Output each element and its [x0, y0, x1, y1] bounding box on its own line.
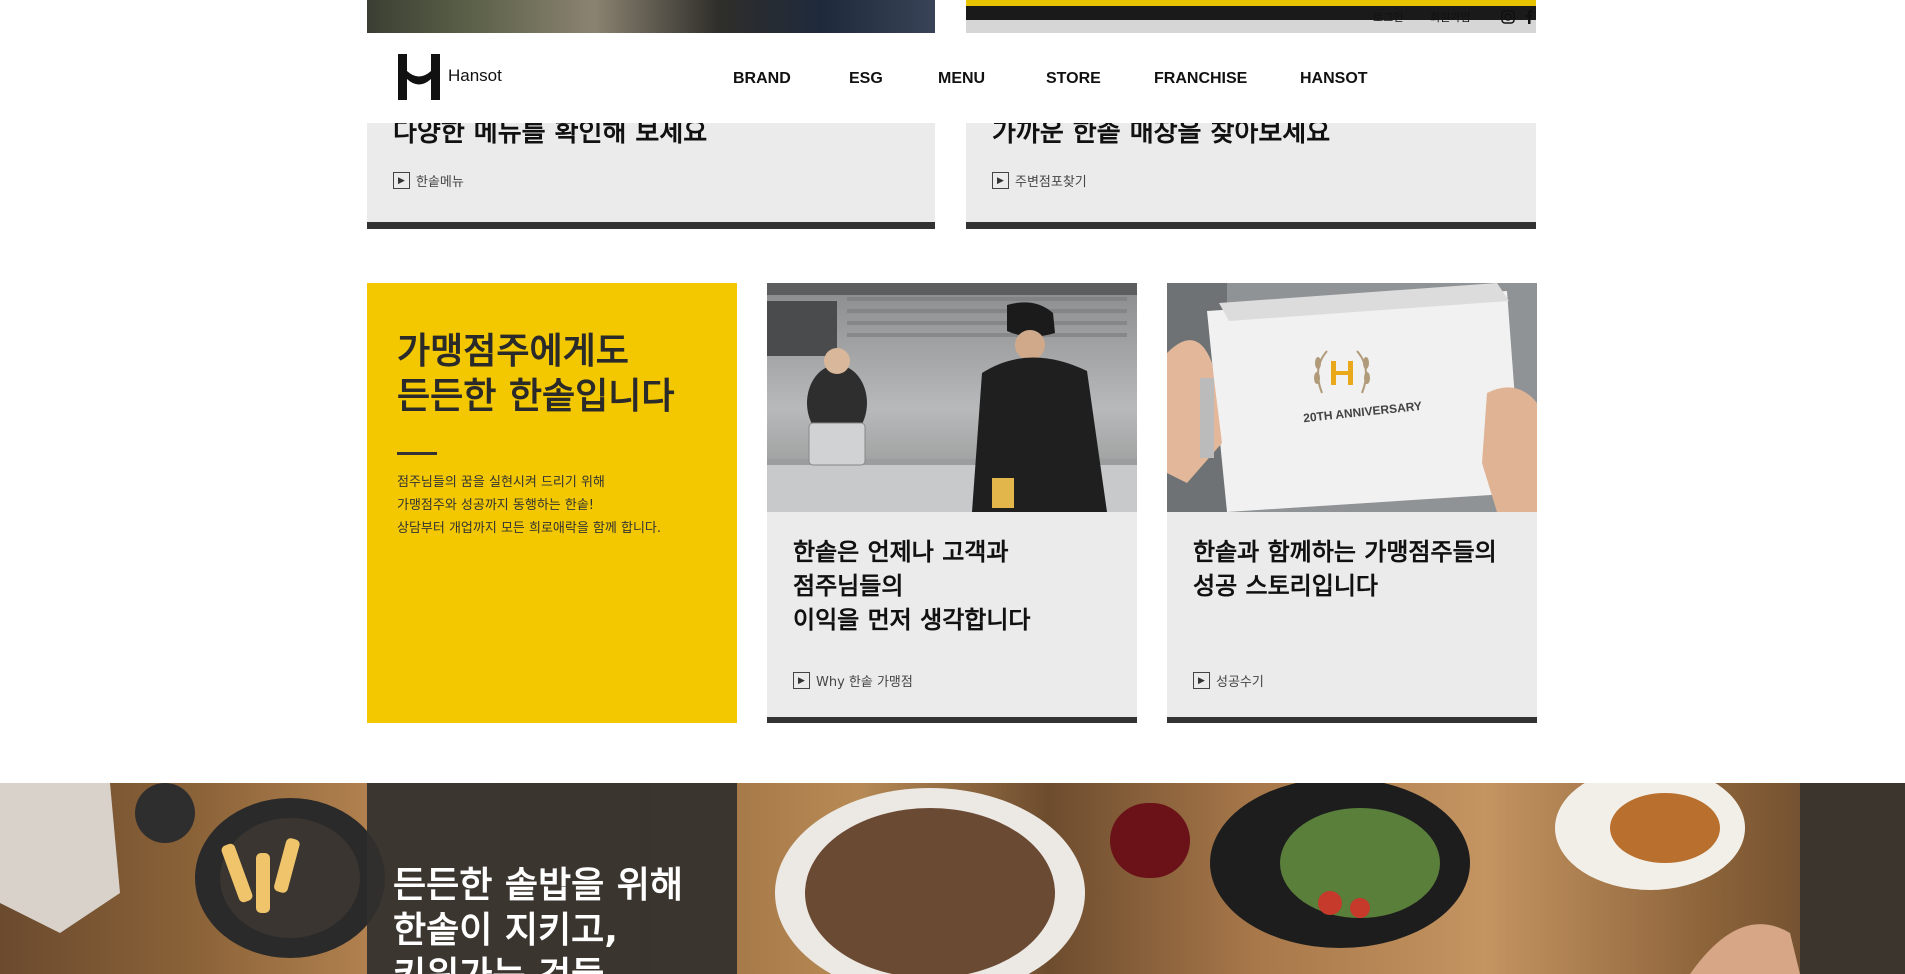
franchise-intro-panel: 가맹점주에게도 든든한 한솥입니다 점주님들의 꿈을 실현시켜 드리기 위해 가…	[367, 283, 737, 723]
nav-menu[interactable]: MENU	[938, 70, 1046, 88]
franchise-description: 점주님들의 꿈을 실현시켜 드리기 위해 가맹점주와 성공까지 동행하는 한솥!…	[397, 471, 661, 540]
card1-line2: 점주님들의	[793, 572, 904, 600]
login-link[interactable]: 로그인	[1373, 9, 1403, 25]
logo-text: Hansot	[448, 66, 502, 85]
banner-line3: 키워가는 것들	[393, 955, 604, 974]
find-store-link-label: 주변점포찾기	[1015, 175, 1087, 190]
food-photo	[0, 783, 1905, 974]
nav-esg[interactable]: ESG	[849, 70, 938, 88]
banner-line1: 든든한 솥밥을 위해	[393, 865, 684, 906]
nav-brand[interactable]: BRAND	[733, 70, 849, 88]
desc-line1: 점주님들의 꿈을 실현시켜 드리기 위해	[397, 475, 605, 490]
play-icon: ▶	[793, 672, 810, 689]
success-story-card[interactable]: 20TH ANNIVERSARY 한솥과 함께하는 가맹점주들의 성공 스토리입…	[1167, 283, 1537, 723]
success-story-link[interactable]: ▶ 성공수기	[1193, 671, 1264, 690]
hansot-menu-link-label: 한솥메뉴	[416, 175, 464, 190]
franchise-heading-line2: 든든한 한솥입니다	[397, 376, 675, 417]
why-franchise-card[interactable]: 한솥은 언제나 고객과 점주님들의 이익을 먼저 생각합니다 ▶ Why 한솥 …	[767, 283, 1137, 723]
banner-line2: 한솥이 지키고,	[393, 910, 618, 951]
card1-line1: 한솥은 언제나 고객과	[793, 538, 1009, 566]
card2-line1: 한솥과 함께하는 가맹점주들의	[1193, 538, 1497, 566]
success-story-link-label: 성공수기	[1216, 675, 1264, 690]
anniversary-photo: 20TH ANNIVERSARY	[1167, 283, 1537, 512]
desc-line3: 상담부터 개업까지 모든 희로애락을 함께 합니다.	[397, 521, 661, 536]
nav-franchise[interactable]: FRANCHISE	[1154, 70, 1300, 88]
menu-photo	[367, 0, 935, 33]
nav-store[interactable]: STORE	[1046, 70, 1154, 88]
nav-hansot[interactable]: HANSOT	[1300, 70, 1368, 88]
banner-text-panel: 든든한 솥밥을 위해 한솥이 지키고, 키워가는 것들	[367, 783, 737, 974]
hansot-logo[interactable]: Hansot	[396, 54, 511, 104]
desc-line2: 가맹점주와 성공까지 동행하는 한솥!	[397, 498, 595, 513]
find-store-link[interactable]: ▶ 주변점포찾기	[992, 171, 1087, 190]
hansot-h-logo-icon	[398, 54, 440, 100]
hansot-menu-link[interactable]: ▶ 한솥메뉴	[393, 171, 464, 190]
food-banner: 든든한 솥밥을 위해 한솥이 지키고, 키워가는 것들	[0, 783, 1905, 974]
why-franchise-link[interactable]: ▶ Why 한솥 가맹점	[793, 671, 913, 690]
divider	[397, 452, 437, 455]
card1-line3: 이익을 먼저 생각합니다	[793, 606, 1031, 634]
play-icon: ▶	[393, 172, 410, 189]
instagram-icon[interactable]	[1501, 10, 1515, 24]
success-story-title: 한솥과 함께하는 가맹점주들의 성공 스토리입니다	[1193, 535, 1497, 603]
franchise-heading: 가맹점주에게도 든든한 한솥입니다	[397, 329, 675, 419]
banner-heading: 든든한 솥밥을 위해 한솥이 지키고, 키워가는 것들	[393, 863, 683, 974]
main-nav: BRAND ESG MENU STORE FRANCHISE HANSOT	[733, 70, 1368, 88]
play-icon: ▶	[1193, 672, 1210, 689]
why-franchise-link-label: Why 한솥 가맹점	[816, 675, 913, 690]
play-icon: ▶	[992, 172, 1009, 189]
why-franchise-title: 한솥은 언제나 고객과 점주님들의 이익을 먼저 생각합니다	[793, 535, 1031, 637]
join-link[interactable]: 회원가입	[1430, 9, 1470, 25]
franchise-heading-line1: 가맹점주에게도	[397, 331, 629, 372]
kitchen-photo	[767, 283, 1137, 512]
card2-line2: 성공 스토리입니다	[1193, 572, 1378, 600]
site-header: Hansot BRAND ESG MENU STORE FRANCHISE HA…	[367, 33, 1537, 123]
facebook-icon[interactable]	[1526, 10, 1532, 24]
